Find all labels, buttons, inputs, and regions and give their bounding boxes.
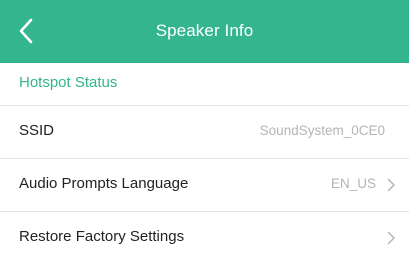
ssid-row: SSID SoundSystem_0CE0 (0, 105, 409, 158)
header-bar: Speaker Info (0, 0, 409, 63)
page-title: Speaker Info (155, 21, 254, 40)
ssid-value: SoundSystem_0CE0 (259, 123, 385, 138)
section-title-hotspot-status: Hotspot Status (19, 74, 118, 91)
audio-prompts-language-value: EN_US (330, 176, 376, 191)
audio-prompts-language-row[interactable]: Audio Prompts Language EN_US (0, 158, 409, 211)
chevron-right-icon (387, 231, 395, 245)
restore-factory-settings-row[interactable]: Restore Factory Settings (0, 211, 409, 264)
restore-factory-settings-label: Restore Factory Settings (19, 228, 185, 245)
chevron-right-icon (387, 178, 395, 192)
audio-prompts-language-label: Audio Prompts Language (19, 175, 189, 192)
ssid-label: SSID (19, 122, 55, 139)
section-header: Hotspot Status (0, 63, 409, 105)
